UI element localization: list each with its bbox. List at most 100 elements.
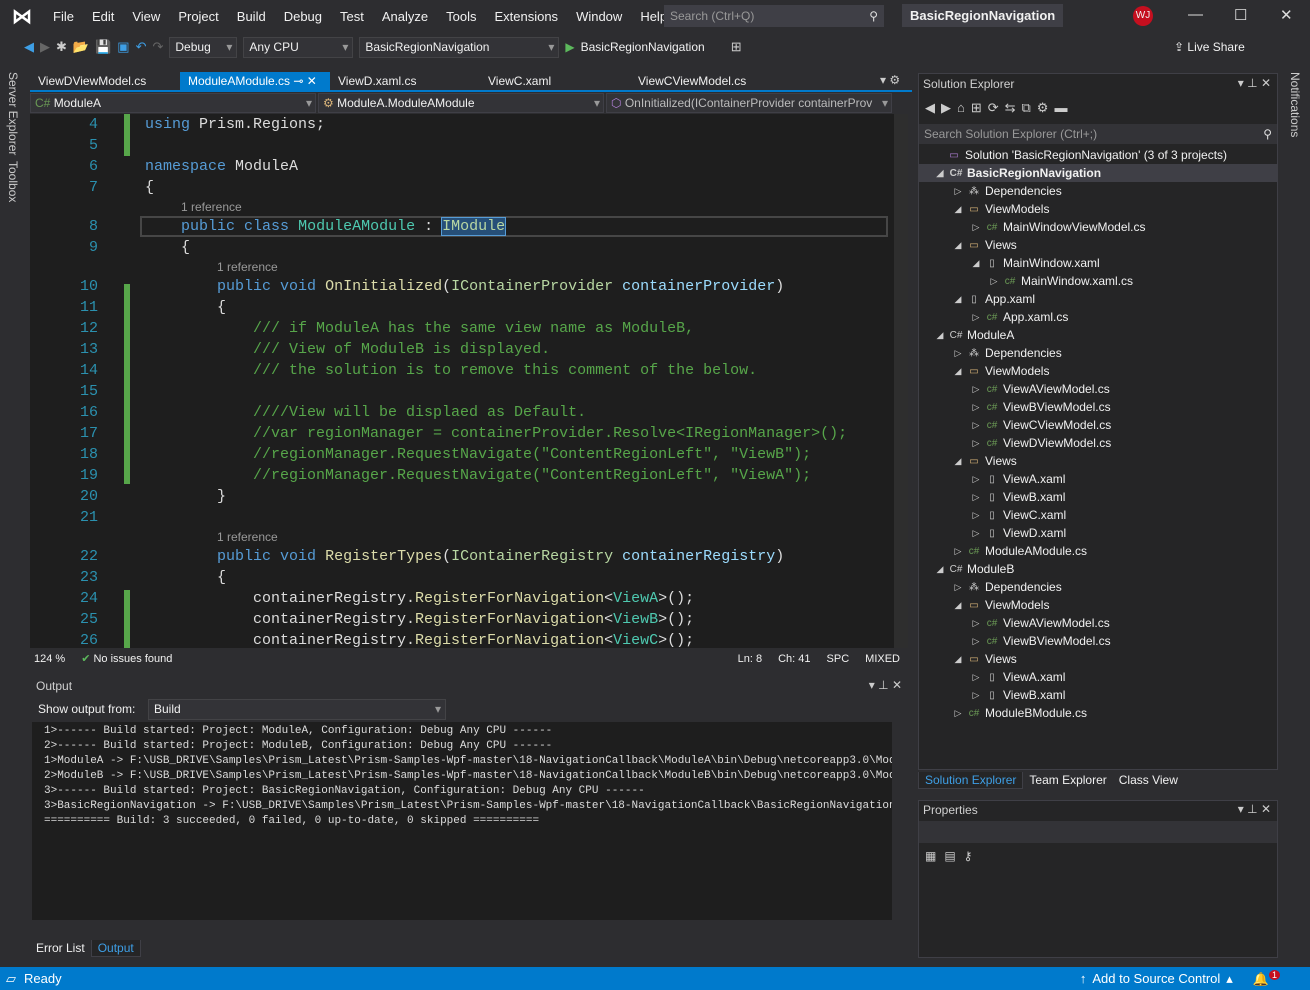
redo-icon[interactable]: ↷ bbox=[152, 39, 163, 55]
close-icon[interactable]: ✕ bbox=[1280, 6, 1293, 24]
menu-extensions[interactable]: Extensions bbox=[485, 9, 567, 24]
tree-item[interactable]: ▷ ▯ ViewA.xaml bbox=[919, 470, 1277, 488]
startup-project-select[interactable]: BasicRegionNavigation bbox=[359, 36, 560, 58]
tree-item[interactable]: ▷ c# ViewDViewModel.cs bbox=[919, 434, 1277, 452]
collapsed-arrow-icon[interactable]: ▷ bbox=[969, 438, 983, 449]
solution-toolbar-icons[interactable]: ◀▶⌂⊞⟳⇆⧉⚙▬ bbox=[925, 100, 1073, 116]
type-dropdown[interactable]: ⚙ ModuleA.ModuleAModule bbox=[318, 93, 604, 113]
new-project-icon[interactable]: ✱ bbox=[56, 39, 67, 55]
properties-object-select[interactable] bbox=[919, 821, 1277, 843]
menu-view[interactable]: View bbox=[123, 9, 169, 24]
member-dropdown[interactable]: ⬡ OnInitialized(IContainerProvider conta… bbox=[606, 93, 892, 113]
tab-error-list[interactable]: Error List bbox=[30, 940, 91, 957]
notifications-button[interactable]: 🔔 1 bbox=[1253, 969, 1280, 987]
open-icon[interactable]: 📂 bbox=[73, 39, 89, 55]
expanded-arrow-icon[interactable]: ◢ bbox=[951, 204, 965, 215]
tree-item[interactable]: ▷ c# App.xaml.cs bbox=[919, 308, 1277, 326]
tree-item[interactable]: ▷ ▯ ViewC.xaml bbox=[919, 506, 1277, 524]
menu-tools[interactable]: Tools bbox=[437, 9, 485, 24]
expanded-arrow-icon[interactable]: ◢ bbox=[951, 240, 965, 251]
tab-moduleamodule-cs[interactable]: ModuleAModule.cs ⊸ ✕ bbox=[180, 72, 330, 90]
collapsed-arrow-icon[interactable]: ▷ bbox=[969, 312, 983, 323]
tree-item[interactable]: ◢ C# BasicRegionNavigation bbox=[919, 164, 1277, 182]
collapsed-arrow-icon[interactable]: ▷ bbox=[969, 420, 983, 431]
tree-item[interactable]: ▷ ⁂ Dependencies bbox=[919, 344, 1277, 362]
panel-controls-icon[interactable]: ▾ ⊥ ✕ bbox=[1238, 802, 1271, 816]
collapsed-arrow-icon[interactable]: ▷ bbox=[951, 582, 965, 593]
run-icon[interactable]: ▶ bbox=[565, 40, 574, 54]
expanded-arrow-icon[interactable]: ◢ bbox=[951, 294, 965, 305]
run-button[interactable]: BasicRegionNavigation bbox=[581, 40, 705, 54]
toolbox-tab[interactable]: Toolbox bbox=[6, 161, 20, 202]
collapsed-arrow-icon[interactable]: ▷ bbox=[969, 222, 983, 233]
maximize-icon[interactable]: ☐ bbox=[1234, 6, 1247, 24]
collapsed-arrow-icon[interactable]: ▷ bbox=[969, 492, 983, 503]
collapsed-arrow-icon[interactable]: ▷ bbox=[969, 690, 983, 701]
tree-item[interactable]: ▷ c# ViewBViewModel.cs bbox=[919, 632, 1277, 650]
menu-window[interactable]: Window bbox=[567, 9, 631, 24]
tree-item[interactable]: ◢ ▭ Views bbox=[919, 236, 1277, 254]
save-icon[interactable]: 💾 bbox=[95, 39, 111, 55]
tab-team-explorer[interactable]: Team Explorer bbox=[1023, 772, 1112, 789]
platform-select[interactable]: Any CPU bbox=[243, 36, 354, 58]
collapsed-arrow-icon[interactable]: ▷ bbox=[969, 618, 983, 629]
expanded-arrow-icon[interactable]: ◢ bbox=[951, 366, 965, 377]
tree-item[interactable]: ◢ ▭ Views bbox=[919, 452, 1277, 470]
collapsed-arrow-icon[interactable]: ▷ bbox=[969, 510, 983, 521]
collapsed-arrow-icon[interactable]: ▷ bbox=[987, 276, 1001, 287]
code-editor[interactable]: 4 using Prism.Regions; 5 6 namespace ModuleA… bbox=[30, 114, 894, 648]
issues-status[interactable]: ✔ No issues found bbox=[81, 652, 172, 665]
expanded-arrow-icon[interactable]: ◢ bbox=[933, 564, 947, 575]
tab-output[interactable]: Output bbox=[90, 940, 141, 957]
expanded-arrow-icon[interactable]: ◢ bbox=[933, 168, 947, 179]
expanded-arrow-icon[interactable]: ◢ bbox=[951, 654, 965, 665]
tree-item[interactable]: ▷ ▯ ViewB.xaml bbox=[919, 488, 1277, 506]
tree-item[interactable]: ▷ ▯ ViewA.xaml bbox=[919, 668, 1277, 686]
collapsed-arrow-icon[interactable]: ▷ bbox=[951, 348, 965, 359]
tab-class-view[interactable]: Class View bbox=[1113, 772, 1184, 789]
tree-item[interactable]: ▷ c# ModuleBModule.cs bbox=[919, 704, 1277, 722]
editor-vertical-scrollbar[interactable] bbox=[894, 114, 908, 648]
tree-item[interactable]: ▷ ▯ ViewD.xaml bbox=[919, 524, 1277, 542]
server-explorer-tab[interactable]: Server Explorer bbox=[6, 72, 20, 155]
tree-item[interactable]: ◢ ▭ Views bbox=[919, 650, 1277, 668]
tree-item[interactable]: ◢ C# ModuleB bbox=[919, 560, 1277, 578]
tree-item[interactable]: ▷ c# MainWindowViewModel.cs bbox=[919, 218, 1277, 236]
tab-overflow-icon[interactable]: ▾ ⚙ bbox=[880, 73, 900, 87]
collapsed-arrow-icon[interactable]: ▷ bbox=[951, 546, 965, 557]
tree-item[interactable]: ▷ ▯ ViewB.xaml bbox=[919, 686, 1277, 704]
collapsed-arrow-icon[interactable]: ▷ bbox=[969, 402, 983, 413]
menu-edit[interactable]: Edit bbox=[83, 9, 123, 24]
project-dropdown[interactable]: C# ModuleA bbox=[30, 93, 316, 113]
tree-item[interactable]: ◢ ▭ ViewModels bbox=[919, 596, 1277, 614]
codelens-references[interactable]: 1 reference bbox=[217, 260, 278, 274]
tab-viewdviewmodel-cs[interactable]: ViewDViewModel.cs bbox=[30, 72, 180, 90]
config-select[interactable]: Debug bbox=[169, 36, 238, 58]
minimize-icon[interactable]: — bbox=[1188, 6, 1203, 23]
tab-viewc-xaml[interactable]: ViewC.xaml bbox=[480, 72, 630, 90]
back-icon[interactable]: ◀ bbox=[24, 39, 34, 55]
collapsed-arrow-icon[interactable]: ▷ bbox=[969, 528, 983, 539]
forward-icon[interactable]: ▶ bbox=[40, 39, 50, 55]
save-all-icon[interactable]: ▣ bbox=[117, 39, 129, 55]
menu-file[interactable]: File bbox=[44, 9, 83, 24]
collapsed-arrow-icon[interactable]: ▷ bbox=[969, 672, 983, 683]
codelens-references[interactable]: 1 reference bbox=[181, 200, 242, 214]
notifications-tab[interactable]: Notifications bbox=[1288, 72, 1302, 137]
tree-item[interactable]: ▷ c# ModuleAModule.cs bbox=[919, 542, 1277, 560]
collapsed-arrow-icon[interactable]: ▷ bbox=[969, 384, 983, 395]
live-share-button[interactable]: ⇪ Live Share bbox=[1174, 40, 1245, 54]
add-source-control-button[interactable]: Add to Source Control bbox=[1092, 971, 1220, 986]
avatar[interactable]: WJ bbox=[1133, 6, 1153, 26]
zoom-level[interactable]: 124 % bbox=[34, 653, 65, 665]
search-input[interactable]: Search (Ctrl+Q) ⚲ bbox=[664, 5, 884, 27]
properties-toolbar-icons[interactable]: ▦▤⚷ bbox=[925, 849, 980, 863]
undo-icon[interactable]: ↶ bbox=[136, 39, 147, 55]
close-tab-icon[interactable]: ✕ bbox=[307, 74, 317, 88]
panel-controls-icon[interactable]: ▾ ⊥ ✕ bbox=[869, 678, 902, 692]
solution-search-input[interactable]: Search Solution Explorer (Ctrl+;) ⚲ bbox=[919, 124, 1277, 144]
tree-item[interactable]: ◢ ▭ ViewModels bbox=[919, 362, 1277, 380]
collapsed-arrow-icon[interactable]: ▷ bbox=[951, 708, 965, 719]
vs-logo-icon[interactable]: ⋈ bbox=[0, 4, 44, 29]
tree-item[interactable]: ▷ c# ViewAViewModel.cs bbox=[919, 614, 1277, 632]
